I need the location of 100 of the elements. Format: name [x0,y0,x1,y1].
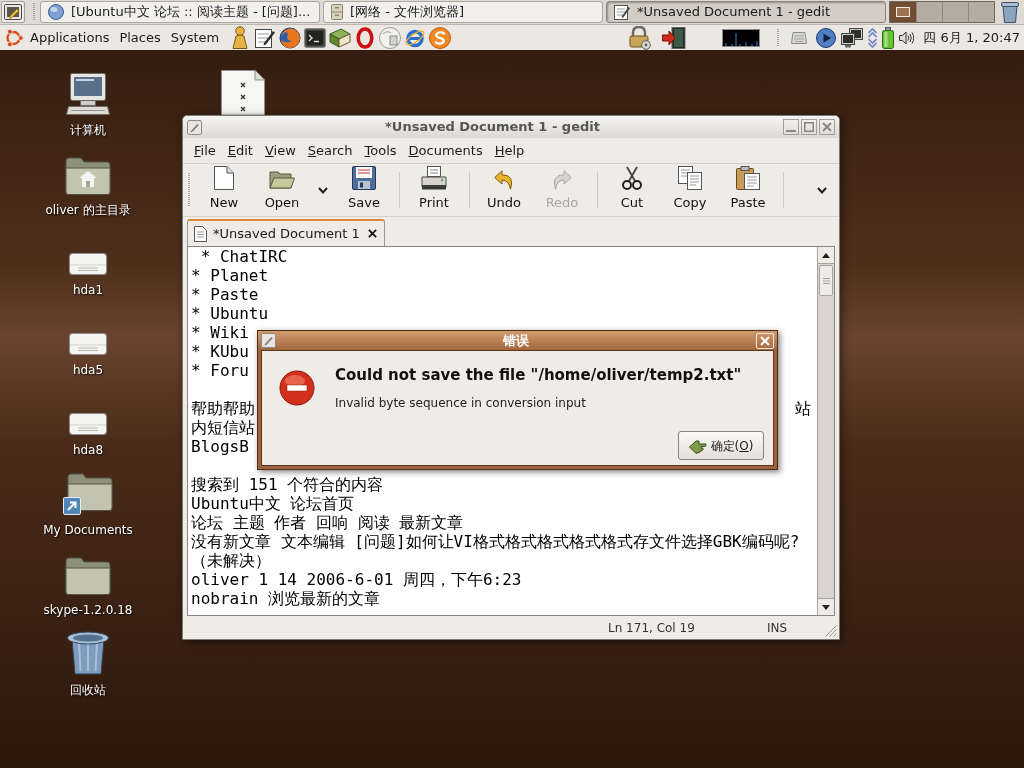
cursor-position: Ln 171, Col 19 [607,619,696,637]
taskbar-button[interactable]: *Unsaved Document 1 - gedit [606,1,886,23]
pencil-app-icon [187,119,202,135]
padlock-key-icon[interactable] [629,25,652,50]
text-line: 论坛 主题 作者 回响 阅读 最新文章 [191,513,464,532]
dialog-close-button[interactable] [756,332,774,349]
close-button[interactable] [819,119,835,135]
close-icon [760,335,770,346]
play-button-icon[interactable] [816,27,837,48]
menu-item[interactable]: Documents [402,140,489,161]
menu-item[interactable]: View [258,140,302,161]
scrollbar-thumb[interactable] [819,265,833,296]
drag-handle[interactable] [187,172,191,208]
open-folder-icon [269,169,295,190]
clock[interactable]: 四 6月 1, 20:47 [923,27,1020,48]
toolbar-button[interactable]: Open [253,166,311,214]
swirl-disc-icon[interactable] [428,26,451,49]
toolbar-button[interactable]: New [195,166,253,214]
clipboard-icon [736,165,760,190]
ubuntu-logo-icon[interactable] [4,27,24,48]
folder-shortcut-icon [63,473,113,515]
insert-mode: INS [766,619,789,637]
up-arrow-icon [822,252,830,258]
trash-icon[interactable] [1000,1,1020,23]
globe-swoosh-icon[interactable] [278,26,301,49]
desktop-icon-label[interactable]: skype-1.2.0.18 [43,602,133,618]
scrollbar-track[interactable] [817,247,834,615]
home-folder-icon [65,157,111,195]
window-thumbnail [896,7,910,17]
computer-icon [66,73,110,115]
book-icon[interactable] [328,27,351,48]
panel-menu[interactable]: Places [114,27,166,48]
drag-handle[interactable] [32,2,36,22]
error-stop-icon [279,370,315,406]
text-line-fragment: 站 [795,399,811,418]
maximize-button[interactable] [801,119,817,135]
desktop-icon-label[interactable]: 回收站 [70,682,106,698]
blank-page-icon [214,165,234,190]
panel-menu[interactable]: Applications [25,27,115,48]
toolbar-button[interactable]: Cut [603,166,661,214]
menu-item[interactable]: Tools [358,140,403,161]
tab-close-button[interactable] [366,227,378,240]
ok-button[interactable]: 确定(O) [678,431,764,460]
drag-handle[interactable] [776,27,781,48]
keyboard-icon[interactable] [791,31,808,44]
text-line: 内短信站 [191,418,255,437]
scroll-up-button[interactable] [818,247,834,264]
text-line: （未解决） [191,551,271,570]
text-line: Ubuntu中文 论坛首页 [191,494,355,513]
desktop-icon-label[interactable]: hda8 [72,442,104,458]
desktop-icon-label[interactable]: 计算机 [70,122,106,138]
panel-menu[interactable]: System [165,27,225,48]
menu-item[interactable]: File [188,140,222,161]
menu-item[interactable]: Search [301,140,359,161]
workspace-cell[interactable] [916,2,942,22]
scroll-down-button[interactable] [818,598,834,615]
menu-item[interactable]: Edit [221,140,259,161]
two-monitors-icon[interactable] [841,27,864,48]
toolbar-button[interactable]: Paste [719,166,777,214]
desktop-icon-label[interactable]: hda1 [72,282,104,298]
speaker-icon[interactable] [899,30,915,45]
toolbar-button[interactable]: Copy [661,166,719,214]
text-line: 帮助帮助 [191,399,255,418]
trash-can-icon [67,631,109,675]
drive-icon [69,413,107,435]
taskbar-button[interactable]: [网络 - 文件浏览器] [323,1,603,23]
terminal-icon[interactable] [303,27,326,48]
toolbar-button[interactable]: Undo [475,166,533,214]
ring-icon[interactable] [355,26,374,49]
dialog-title: 错误 [502,331,530,350]
printer-icon [421,165,447,190]
text-line: * ChatIRC [199,247,288,266]
person-figure-icon[interactable] [231,26,248,49]
desktop-icon-label[interactable]: hda5 [72,362,104,378]
workspace-cell[interactable] [942,2,968,22]
desktop-frame-icon [4,4,22,20]
notepad-pencil-icon[interactable] [254,27,275,48]
workspace-cell[interactable] [890,2,916,22]
minimize-button[interactable] [783,119,799,135]
resize-grip-icon[interactable] [825,625,837,637]
toolbar-button[interactable]: Print [405,166,463,214]
text-line: BlogsB [191,437,249,456]
down-arrow-icon [822,604,830,610]
taskbar-button[interactable]: [Ubuntu中文 论坛 :: 阅读主题 - [问题]... [40,1,320,23]
workspace-cell[interactable] [968,2,994,22]
dialog-message: Invalid byte sequence in conversion input [335,395,587,411]
document-tab[interactable]: *Unsaved Document 1 [187,219,385,246]
desktop-icon-label[interactable]: oliver 的主目录 [45,202,131,218]
menu-item[interactable]: Help [488,140,531,161]
text-line: * Planet [191,266,269,285]
caret-down-icon [817,186,827,194]
copy-pages-icon [678,165,702,190]
file-cabinet-icon [331,4,343,20]
door-exit-icon[interactable] [662,26,687,49]
load-graph-sparkline [722,28,761,47]
toolbar-button[interactable]: Save [335,166,393,214]
battery-icon[interactable] [882,26,895,49]
text-line: oliver 1 14 2006-6-01 周四，下午6:23 [191,570,522,589]
show-desktop-button[interactable] [1,1,25,23]
desktop-icon-label[interactable]: My Documents [43,522,133,538]
